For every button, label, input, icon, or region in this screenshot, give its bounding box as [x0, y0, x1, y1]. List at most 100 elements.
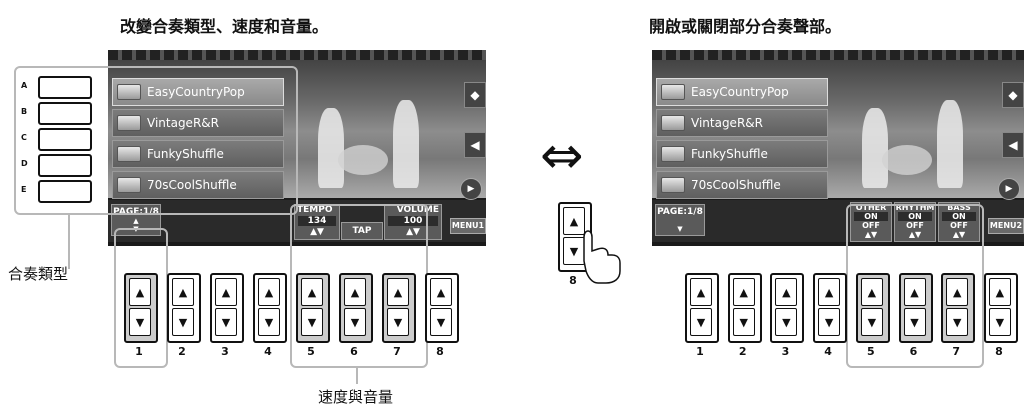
down-icon[interactable]: ▼: [946, 308, 969, 336]
button-8-pair[interactable]: ▲ ▼: [983, 273, 1018, 343]
button-3-pair[interactable]: ▲ ▼: [770, 273, 805, 343]
down-icon[interactable]: ▼: [988, 308, 1011, 336]
button-5-pair[interactable]: ▲ ▼: [296, 273, 330, 343]
up-icon[interactable]: ▲: [387, 278, 409, 306]
down-icon[interactable]: ▼: [172, 308, 194, 336]
left-arrow-icon[interactable]: ◀: [1002, 132, 1024, 158]
down-icon[interactable]: ▼: [129, 308, 151, 336]
button-number: 7: [952, 345, 961, 358]
left-heading: 改變合奏類型、速度和音量。: [120, 17, 329, 36]
play-icon[interactable]: ▶: [998, 178, 1020, 200]
down-icon[interactable]: ▼: [215, 308, 237, 336]
button-letter: C: [21, 133, 27, 142]
down-icon[interactable]: ▼: [344, 308, 366, 336]
style-name: VintageR&R: [691, 116, 763, 130]
up-icon[interactable]: ▲: [344, 278, 366, 306]
page-up-icon: ▲: [133, 217, 139, 225]
button-number: 7: [393, 345, 401, 358]
up-icon[interactable]: ▲: [860, 278, 883, 306]
bookmark-icon[interactable]: ◆: [464, 82, 486, 108]
button-2-pair[interactable]: ▲ ▼: [727, 273, 762, 343]
right-heading: 開啟或關閉部分合奏聲部。: [649, 17, 842, 36]
up-icon[interactable]: ▲: [172, 278, 194, 306]
button-7-pair[interactable]: ▲ ▼: [941, 273, 976, 343]
button-number: 5: [307, 345, 315, 358]
button-a[interactable]: [38, 76, 92, 99]
button-4-pair[interactable]: ▲ ▼: [253, 273, 287, 343]
button-c[interactable]: [38, 128, 92, 151]
style-item[interactable]: FunkyShuffle: [656, 140, 828, 168]
callout-line: [68, 213, 70, 269]
button-letter: E: [21, 185, 27, 194]
button-number: 6: [909, 345, 918, 358]
up-icon[interactable]: ▲: [818, 278, 841, 306]
up-icon[interactable]: ▲: [732, 278, 755, 306]
tempo-volume-label: 速度與音量: [318, 388, 394, 406]
button-number: 1: [696, 345, 704, 358]
down-icon[interactable]: ▼: [301, 308, 323, 336]
down-icon[interactable]: ▼: [903, 308, 926, 336]
button-6-pair[interactable]: ▲ ▼: [898, 273, 933, 343]
down-icon[interactable]: ▼: [258, 308, 280, 336]
button-number: 1: [135, 345, 143, 358]
style-icon: [661, 177, 685, 193]
up-icon[interactable]: ▲: [258, 278, 280, 306]
button-number: 8: [995, 345, 1003, 358]
down-icon[interactable]: ▼: [860, 308, 883, 336]
button-8-pair[interactable]: ▲ ▼: [425, 273, 459, 343]
button-number: 4: [264, 345, 272, 358]
up-icon[interactable]: ▲: [215, 278, 237, 306]
callout-line: [356, 366, 358, 384]
down-icon[interactable]: ▼: [387, 308, 409, 336]
style-name: EasyCountryPop: [691, 85, 789, 99]
down-icon[interactable]: ▼: [430, 308, 452, 336]
up-icon[interactable]: ▲: [430, 278, 452, 306]
style-item[interactable]: VintageR&R: [656, 109, 828, 137]
button-6-pair[interactable]: ▲ ▼: [339, 273, 373, 343]
style-item[interactable]: EasyCountryPop: [656, 78, 828, 106]
button-2-pair[interactable]: ▲ ▼: [167, 273, 201, 343]
up-icon[interactable]: ▲: [946, 278, 969, 306]
style-item[interactable]: 70sCoolShuffle: [656, 171, 828, 199]
menu-tab[interactable]: MENU1: [450, 218, 486, 234]
button-number: 2: [178, 345, 186, 358]
button-d[interactable]: [38, 154, 92, 177]
button-number: 3: [221, 345, 229, 358]
page-indicator: PAGE:1/8 ▼: [655, 204, 705, 236]
play-icon[interactable]: ▶: [460, 178, 482, 200]
bookmark-icon[interactable]: ◆: [1002, 82, 1024, 108]
up-icon[interactable]: ▲: [903, 278, 926, 306]
button-letter: A: [21, 81, 28, 90]
button-number: 6: [350, 345, 358, 358]
button-5-pair[interactable]: ▲ ▼: [855, 273, 890, 343]
down-icon[interactable]: ▼: [732, 308, 755, 336]
pointing-hand-icon: [583, 230, 621, 284]
button-1-pair[interactable]: ▲ ▼: [124, 273, 158, 343]
button-number: 2: [738, 345, 747, 358]
menu-tab[interactable]: MENU2: [988, 218, 1024, 234]
up-icon[interactable]: ▲: [129, 278, 151, 306]
button-number: 3: [781, 345, 790, 358]
style-icon: [661, 115, 685, 131]
button-e[interactable]: [38, 180, 92, 203]
up-icon[interactable]: ▲: [988, 278, 1011, 306]
button-3-pair[interactable]: ▲ ▼: [210, 273, 244, 343]
left-arrow-icon[interactable]: ◀: [464, 132, 486, 158]
button-7-pair[interactable]: ▲ ▼: [382, 273, 416, 343]
button-number: 4: [824, 345, 832, 358]
style-icon: [661, 84, 685, 100]
button-1-pair[interactable]: ▲ ▼: [685, 273, 719, 343]
page-down-icon: ▼: [677, 225, 683, 233]
down-icon[interactable]: ▼: [818, 308, 841, 336]
button-letter: B: [21, 107, 28, 116]
swap-icon: ⇔: [540, 126, 584, 186]
style-name: 70sCoolShuffle: [691, 178, 781, 192]
up-icon[interactable]: ▲: [775, 278, 798, 306]
style-name: FunkyShuffle: [691, 147, 768, 161]
up-icon[interactable]: ▲: [690, 278, 712, 306]
up-icon[interactable]: ▲: [301, 278, 323, 306]
down-icon[interactable]: ▼: [775, 308, 798, 336]
button-4-pair[interactable]: ▲ ▼: [813, 273, 848, 343]
button-b[interactable]: [38, 102, 92, 125]
down-icon[interactable]: ▼: [690, 308, 712, 336]
